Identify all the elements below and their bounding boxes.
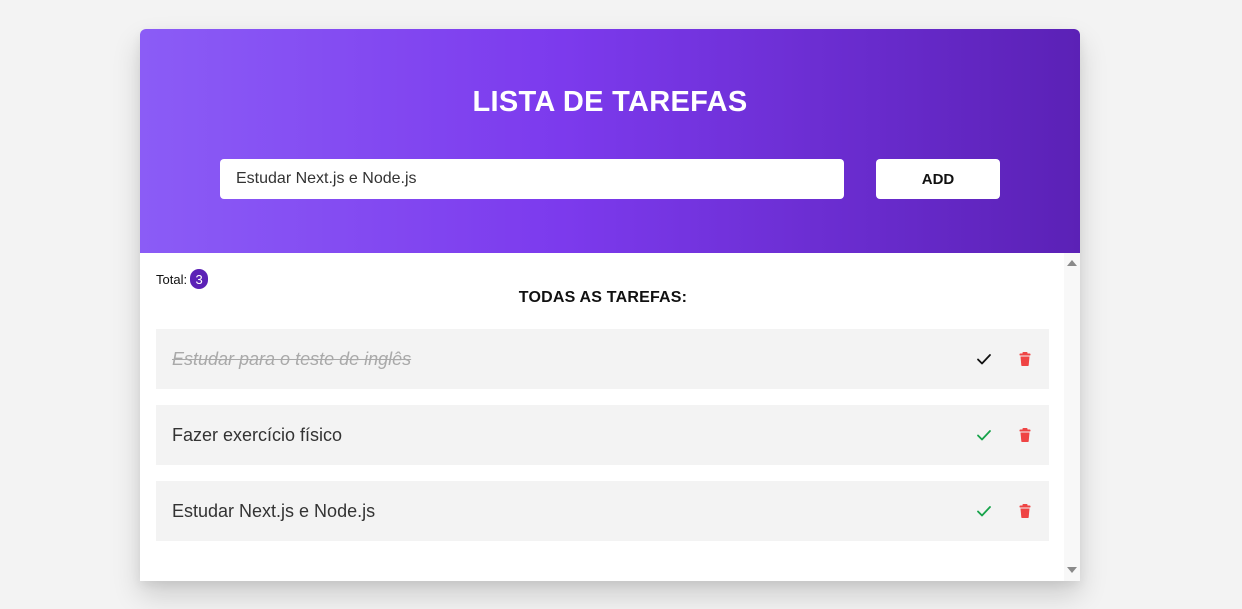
task-list-area: Total: 3 TODAS AS TAREFAS: Estudar para … bbox=[140, 253, 1080, 581]
task-text: Fazer exercício físico bbox=[172, 425, 343, 445]
header-banner: LISTA DE TAREFAS ADD bbox=[140, 29, 1080, 253]
task-row: Fazer exercício físico bbox=[156, 405, 1049, 465]
check-icon[interactable] bbox=[975, 427, 993, 443]
check-icon[interactable] bbox=[975, 503, 993, 519]
trash-icon[interactable] bbox=[1018, 427, 1032, 443]
task-text: Estudar para o teste de inglês bbox=[172, 349, 412, 369]
total-counter: Total: 3 bbox=[156, 269, 209, 289]
page-title: LISTA DE TAREFAS bbox=[472, 86, 748, 118]
task-row: Estudar para o teste de inglês bbox=[156, 329, 1049, 389]
list-title: TODAS AS TAREFAS: bbox=[518, 289, 688, 306]
trash-icon[interactable] bbox=[1018, 503, 1032, 519]
list-scrollbar[interactable] bbox=[1064, 253, 1080, 581]
check-icon[interactable] bbox=[975, 351, 993, 367]
todo-card: LISTA DE TAREFAS ADD Total: 3 TODAS AS T… bbox=[140, 29, 1080, 581]
scroll-down-arrow-icon[interactable] bbox=[1067, 567, 1077, 573]
total-count-badge: 3 bbox=[190, 269, 209, 289]
scroll-up-arrow-icon[interactable] bbox=[1067, 260, 1077, 266]
task-text: Estudar Next.js e Node.js bbox=[172, 501, 376, 521]
trash-icon[interactable] bbox=[1018, 351, 1032, 367]
task-row: Estudar Next.js e Node.js bbox=[156, 481, 1049, 541]
total-label: Total: bbox=[156, 271, 188, 287]
task-input[interactable] bbox=[220, 159, 844, 199]
add-button[interactable]: ADD bbox=[876, 159, 1000, 199]
